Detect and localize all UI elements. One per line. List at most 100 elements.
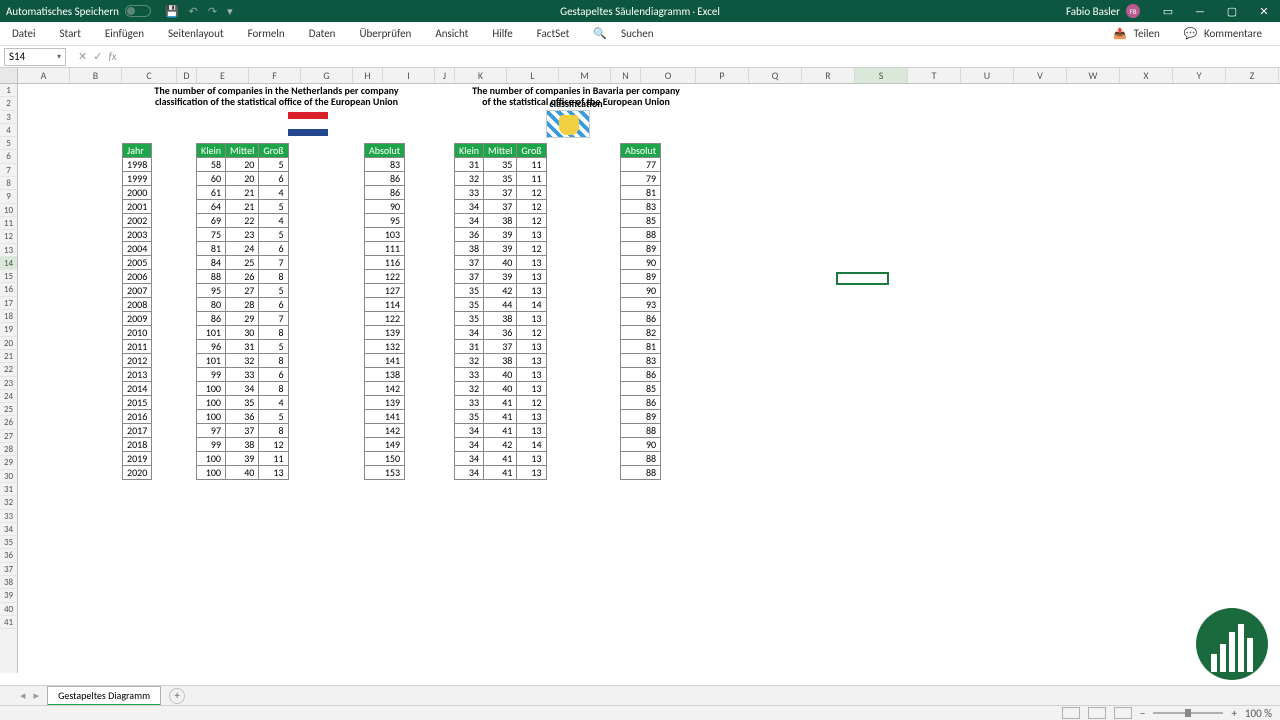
tab-uberprufen[interactable]: Überprüfen xyxy=(355,25,415,42)
cell[interactable]: 40 xyxy=(226,466,259,480)
cell[interactable]: 32 xyxy=(455,382,484,396)
cell[interactable]: 88 xyxy=(197,270,226,284)
cell[interactable]: 58 xyxy=(197,158,226,172)
cell[interactable]: 32 xyxy=(455,172,484,186)
col-head[interactable]: K xyxy=(455,68,507,83)
ribbon-mode-icon[interactable]: ▭ xyxy=(1152,0,1184,22)
cell[interactable]: 20 xyxy=(226,172,259,186)
cell[interactable]: 150 xyxy=(365,452,405,466)
col-head[interactable]: O xyxy=(641,68,696,83)
row-head[interactable]: 32 xyxy=(0,496,17,509)
row-head[interactable]: 8 xyxy=(0,177,17,190)
row-head[interactable]: 13 xyxy=(0,244,17,257)
cell[interactable]: 42 xyxy=(484,438,517,452)
cell[interactable]: 2008 xyxy=(123,298,152,312)
cell[interactable]: 2018 xyxy=(123,438,152,452)
col-head[interactable]: G xyxy=(301,68,353,83)
cell[interactable]: 101 xyxy=(197,354,226,368)
cell[interactable]: 5 xyxy=(259,158,288,172)
cell[interactable]: 96 xyxy=(197,340,226,354)
row-head[interactable]: 15 xyxy=(0,270,17,283)
col-head[interactable]: X xyxy=(1120,68,1173,83)
cell[interactable]: 90 xyxy=(621,284,661,298)
tab-datei[interactable]: Datei xyxy=(8,25,40,42)
col-head[interactable]: D xyxy=(177,68,197,83)
cell[interactable]: 27 xyxy=(226,284,259,298)
cell[interactable]: 21 xyxy=(226,200,259,214)
col-head[interactable]: U xyxy=(961,68,1014,83)
cell[interactable]: 139 xyxy=(365,326,405,340)
cell[interactable]: 34 xyxy=(455,438,484,452)
col-head[interactable]: B xyxy=(70,68,122,83)
cell[interactable]: 85 xyxy=(621,382,661,396)
col-head[interactable]: M xyxy=(559,68,611,83)
row-head[interactable]: 19 xyxy=(0,323,17,336)
cell[interactable]: 38 xyxy=(226,438,259,452)
cell[interactable]: 2005 xyxy=(123,256,152,270)
cell[interactable]: 88 xyxy=(621,424,661,438)
cell[interactable]: 20 xyxy=(226,158,259,172)
cell[interactable]: 8 xyxy=(259,326,288,340)
row-head[interactable]: 34 xyxy=(0,523,17,536)
cell[interactable]: 39 xyxy=(484,228,517,242)
cell[interactable]: 12 xyxy=(517,214,546,228)
cell[interactable]: 6 xyxy=(259,242,288,256)
cell[interactable]: 13 xyxy=(517,424,546,438)
cell[interactable]: 13 xyxy=(517,284,546,298)
cell[interactable]: 122 xyxy=(365,312,405,326)
col-head[interactable]: T xyxy=(908,68,961,83)
auto-save-toggle[interactable]: Automatisches Speichern xyxy=(6,5,151,18)
view-layout-icon[interactable] xyxy=(1088,707,1106,719)
select-all-corner[interactable] xyxy=(0,68,18,83)
col-head[interactable]: A xyxy=(18,68,70,83)
cell[interactable]: 83 xyxy=(621,354,661,368)
maximize-icon[interactable]: ▢ xyxy=(1216,0,1248,22)
next-sheet-icon[interactable]: ▸ xyxy=(34,689,40,702)
row-head[interactable]: 28 xyxy=(0,443,17,456)
cell[interactable]: 37 xyxy=(226,424,259,438)
row-head[interactable]: 7 xyxy=(0,164,17,177)
close-icon[interactable]: ✕ xyxy=(1248,0,1280,22)
cell[interactable]: 37 xyxy=(455,270,484,284)
cell[interactable]: 11 xyxy=(517,158,546,172)
cell[interactable]: 90 xyxy=(365,200,405,214)
cell[interactable]: 38 xyxy=(484,312,517,326)
cell[interactable]: 37 xyxy=(455,256,484,270)
tab-factset[interactable]: FactSet xyxy=(533,25,574,42)
cell[interactable]: 11 xyxy=(517,172,546,186)
cell[interactable]: 149 xyxy=(365,438,405,452)
cell[interactable]: 89 xyxy=(621,410,661,424)
cell[interactable]: 89 xyxy=(621,242,661,256)
col-head[interactable]: J xyxy=(435,68,455,83)
cell[interactable]: 90 xyxy=(621,438,661,452)
cell[interactable]: 40 xyxy=(484,256,517,270)
cell[interactable]: 35 xyxy=(455,284,484,298)
name-box[interactable]: S14▾ xyxy=(4,48,66,66)
cell[interactable]: 38 xyxy=(455,242,484,256)
cell[interactable]: 34 xyxy=(455,424,484,438)
cell[interactable]: 79 xyxy=(621,172,661,186)
cell[interactable]: 41 xyxy=(484,424,517,438)
cell[interactable]: 34 xyxy=(455,326,484,340)
cell[interactable]: 37 xyxy=(484,200,517,214)
cell[interactable]: 31 xyxy=(226,340,259,354)
zoom-in-icon[interactable]: + xyxy=(1231,707,1236,720)
cell[interactable]: 8 xyxy=(259,382,288,396)
cell[interactable]: 5 xyxy=(259,284,288,298)
tab-start[interactable]: Start xyxy=(56,25,85,42)
row-head[interactable]: 2 xyxy=(0,97,17,110)
cell[interactable]: 6 xyxy=(259,298,288,312)
row-head[interactable]: 33 xyxy=(0,510,17,523)
cell[interactable]: 39 xyxy=(484,242,517,256)
accept-formula-icon[interactable]: ✓ xyxy=(93,50,102,63)
cell[interactable]: 89 xyxy=(621,270,661,284)
cell[interactable]: 88 xyxy=(621,452,661,466)
col-head[interactable]: Y xyxy=(1173,68,1226,83)
cell[interactable]: 122 xyxy=(365,270,405,284)
cell[interactable]: 34 xyxy=(455,452,484,466)
tab-daten[interactable]: Daten xyxy=(305,25,340,42)
cell[interactable]: 81 xyxy=(197,242,226,256)
cell[interactable]: 127 xyxy=(365,284,405,298)
cell[interactable]: 35 xyxy=(455,410,484,424)
cell[interactable]: 2004 xyxy=(123,242,152,256)
